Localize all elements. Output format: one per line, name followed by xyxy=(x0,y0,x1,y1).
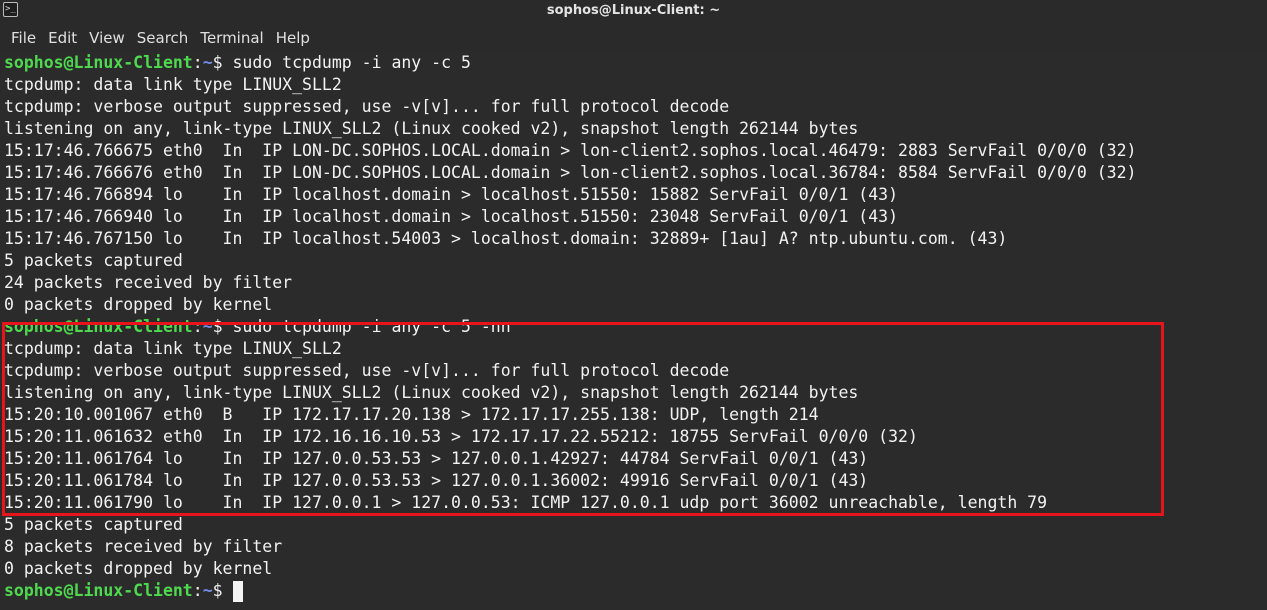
window-title: sophos@Linux-Client: ~ xyxy=(546,3,721,18)
prompt-symbol: $ xyxy=(212,581,223,600)
title-bar: >_ sophos@Linux-Client: ~ xyxy=(0,0,1267,23)
summary-line: 5 packets captured xyxy=(4,251,183,270)
packet-line: 15:20:11.061632 eth0 In IP 172.16.16.10.… xyxy=(4,427,918,446)
summary-line: 0 packets dropped by kernel xyxy=(4,559,273,578)
prompt-user-host: sophos@Linux-Client xyxy=(4,53,193,72)
prompt-user-host: sophos@Linux-Client xyxy=(4,581,193,600)
prompt-user-host: sophos@Linux-Client xyxy=(4,317,193,336)
prompt-path: ~ xyxy=(202,53,213,72)
packet-line: 15:17:46.766676 eth0 In IP LON-DC.SOPHOS… xyxy=(4,163,1137,182)
menu-bar: File Edit View Search Terminal Help xyxy=(0,24,1267,52)
menu-terminal[interactable]: Terminal xyxy=(194,24,269,52)
packet-line: 15:20:11.061790 lo In IP 127.0.0.1 > 127… xyxy=(4,493,1048,512)
summary-line: 0 packets dropped by kernel xyxy=(4,295,273,314)
menu-edit[interactable]: Edit xyxy=(42,24,83,52)
command-text: sudo tcpdump -i any -c 5 -nn xyxy=(222,317,511,336)
summary-line: 8 packets received by filter xyxy=(4,537,283,556)
packet-line: 15:17:46.766940 lo In IP localhost.domai… xyxy=(4,207,899,226)
packet-line: 15:17:46.767150 lo In IP localhost.54003… xyxy=(4,229,1008,248)
prompt-symbol: $ xyxy=(212,317,223,336)
summary-line: 5 packets captured xyxy=(4,515,183,534)
prompt-line: sophos@Linux-Client:~$ sudo tcpdump -i a… xyxy=(4,316,511,338)
prompt-path: ~ xyxy=(202,581,213,600)
prompt-line: sophos@Linux-Client:~$ sudo tcpdump -i a… xyxy=(4,52,471,74)
command-text: sudo tcpdump -i any -c 5 xyxy=(222,53,471,72)
prompt-separator: : xyxy=(192,581,203,600)
output-line: listening on any, link-type LINUX_SLL2 (… xyxy=(4,119,859,138)
prompt-path: ~ xyxy=(202,317,213,336)
menu-help[interactable]: Help xyxy=(270,24,316,52)
output-line: tcpdump: verbose output suppressed, use … xyxy=(4,97,730,116)
summary-line: 24 packets received by filter xyxy=(4,273,293,292)
packet-line: 15:17:46.766894 lo In IP localhost.domai… xyxy=(4,185,899,204)
output-line: tcpdump: data link type LINUX_SLL2 xyxy=(4,339,342,358)
menu-view[interactable]: View xyxy=(83,24,131,52)
prompt-separator: : xyxy=(192,317,203,336)
prompt-separator: : xyxy=(192,53,203,72)
menu-file[interactable]: File xyxy=(5,24,42,52)
packet-line: 15:20:11.061764 lo In IP 127.0.0.53.53 >… xyxy=(4,449,869,468)
output-line: tcpdump: data link type LINUX_SLL2 xyxy=(4,75,342,94)
packet-line: 15:20:10.001067 eth0 B IP 172.17.17.20.1… xyxy=(4,405,819,424)
terminal-output-area[interactable]: sophos@Linux-Client:~$ sudo tcpdump -i a… xyxy=(0,52,1267,610)
prompt-symbol: $ xyxy=(212,53,223,72)
current-prompt-line[interactable]: sophos@Linux-Client:~$ xyxy=(4,580,243,602)
menu-search[interactable]: Search xyxy=(131,24,195,52)
terminal-window: >_ sophos@Linux-Client: ~ File Edit View… xyxy=(0,0,1267,610)
output-line: listening on any, link-type LINUX_SLL2 (… xyxy=(4,383,859,402)
packet-line: 15:17:46.766675 eth0 In IP LON-DC.SOPHOS… xyxy=(4,141,1137,160)
packet-line: 15:20:11.061784 lo In IP 127.0.0.53.53 >… xyxy=(4,471,869,490)
output-line: tcpdump: verbose output suppressed, use … xyxy=(4,361,730,380)
text-cursor xyxy=(232,581,243,602)
